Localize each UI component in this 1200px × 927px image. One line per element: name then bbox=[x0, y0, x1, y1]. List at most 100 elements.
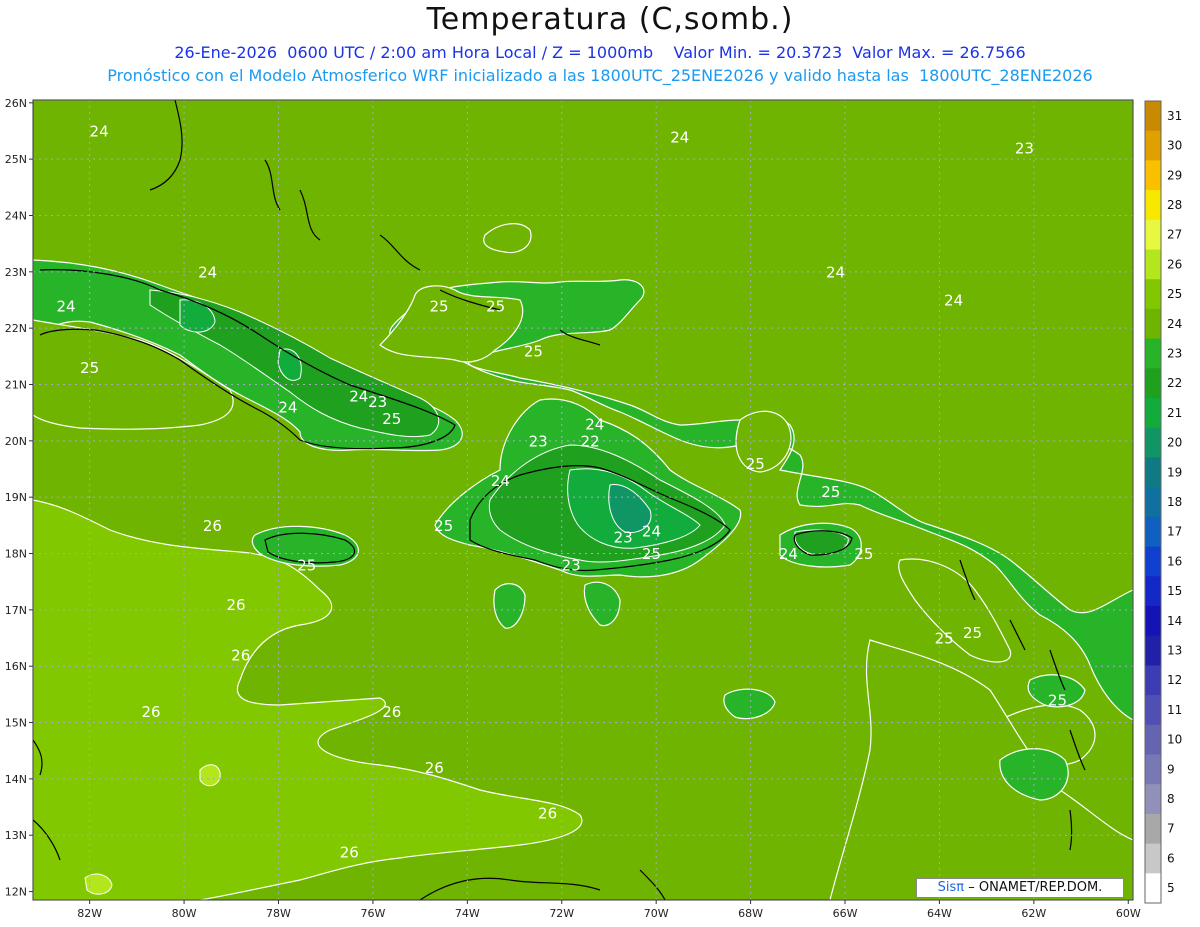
colorbar-label: 11 bbox=[1167, 703, 1182, 717]
lat-label: 12N bbox=[5, 886, 27, 899]
colorbar-label: 13 bbox=[1167, 644, 1182, 658]
colorbar-label: 8 bbox=[1167, 792, 1175, 806]
contour-label: 22 bbox=[581, 432, 600, 450]
contour-label: 23 bbox=[1015, 140, 1034, 158]
contour-label: 24 bbox=[642, 523, 661, 541]
colorbar-swatch bbox=[1145, 338, 1161, 369]
latitude-axis: 26N 25N 24N 23N 22N 21N 20N 19N 18N 17N 16N 15N 14N 1… bbox=[5, 97, 33, 899]
lon-label: 78W bbox=[266, 907, 291, 920]
colorbar-label: 27 bbox=[1167, 228, 1182, 242]
contour-label: 25 bbox=[963, 624, 982, 642]
contour-label: 24 bbox=[585, 416, 604, 434]
field-27c-pocket-2 bbox=[199, 764, 221, 787]
contour-label: 25 bbox=[821, 483, 840, 501]
lon-label: 68W bbox=[738, 907, 763, 920]
lat-label: 22N bbox=[5, 322, 27, 335]
colorbar-swatch bbox=[1145, 516, 1161, 548]
lon-label: 70W bbox=[644, 907, 669, 920]
lon-label: 72W bbox=[549, 907, 574, 920]
lat-label: 20N bbox=[5, 435, 27, 448]
colorbar-swatch bbox=[1145, 843, 1161, 874]
lon-label: 62W bbox=[1021, 907, 1046, 920]
lat-label: 21N bbox=[5, 379, 27, 392]
contour-label: 25 bbox=[854, 545, 873, 563]
contour-label: 25 bbox=[642, 545, 661, 563]
lon-label: 80W bbox=[172, 907, 197, 920]
contour-label: 24 bbox=[826, 263, 845, 281]
contour-label: 23 bbox=[368, 393, 387, 411]
credit-box: Sisπ – ONAMET/REP.DOM. bbox=[916, 878, 1124, 898]
sis-logo: Sisπ bbox=[937, 880, 965, 895]
lon-label: 76W bbox=[360, 907, 385, 920]
lat-label: 15N bbox=[5, 717, 27, 730]
lat-label: 17N bbox=[5, 604, 27, 617]
colorbar-label: 25 bbox=[1167, 287, 1182, 301]
contour-label: 24 bbox=[349, 387, 368, 405]
colorbar-label: 17 bbox=[1167, 525, 1182, 539]
contour-label: 25 bbox=[429, 297, 448, 315]
contour-label: 26 bbox=[538, 804, 557, 822]
lat-label: 24N bbox=[5, 209, 27, 222]
contour-label: 25 bbox=[524, 342, 543, 360]
colorbar-label: 6 bbox=[1167, 851, 1175, 865]
colorbar-label: 18 bbox=[1167, 495, 1182, 509]
colorbar-swatch bbox=[1145, 487, 1161, 518]
contour-label: 24 bbox=[57, 297, 76, 315]
colorbar-swatch bbox=[1145, 190, 1161, 221]
colorbar-swatch bbox=[1145, 160, 1161, 191]
contour-label: 24 bbox=[944, 292, 963, 310]
color-scale: 31 30 29 28 27 26 25 24 23 22 21 20 19 18 17 16 15 14 13 12… bbox=[1144, 100, 1182, 904]
contour-label: 23 bbox=[562, 556, 581, 574]
colorbar-swatch bbox=[1145, 665, 1161, 696]
lon-label: 82W bbox=[77, 907, 102, 920]
contour-label: 26 bbox=[226, 596, 245, 614]
contour-label: 26 bbox=[231, 647, 250, 665]
colorbar-label: 10 bbox=[1167, 733, 1182, 747]
lat-label: 19N bbox=[5, 491, 27, 504]
contour-label: 25 bbox=[297, 556, 316, 574]
colorbar-swatch bbox=[1145, 605, 1161, 637]
colorbar-label: 16 bbox=[1167, 554, 1182, 568]
contour-label: 26 bbox=[382, 703, 401, 721]
colorbar-label: 23 bbox=[1167, 346, 1182, 360]
colorbar-label: 5 bbox=[1167, 881, 1175, 895]
colorbar-label: 31 bbox=[1167, 109, 1182, 123]
contour-label: 24 bbox=[198, 263, 217, 281]
lon-label: 74W bbox=[455, 907, 480, 920]
contour-label: 23 bbox=[529, 432, 548, 450]
lon-label: 60W bbox=[1116, 907, 1141, 920]
colorbar-swatch bbox=[1145, 546, 1161, 577]
lat-label: 18N bbox=[5, 548, 27, 561]
colorbar-swatch bbox=[1145, 754, 1161, 785]
colorbar-label: 28 bbox=[1167, 198, 1182, 212]
contour-label: 26 bbox=[340, 844, 359, 862]
colorbar-swatch bbox=[1145, 101, 1161, 132]
colorbar-label: 12 bbox=[1167, 673, 1182, 687]
colorbar-swatch bbox=[1145, 695, 1161, 726]
lat-label: 23N bbox=[5, 266, 27, 279]
contour-label: 25 bbox=[434, 517, 453, 535]
colorbar-label: 26 bbox=[1167, 257, 1182, 271]
colorbar-swatch bbox=[1145, 784, 1161, 815]
lat-label: 25N bbox=[5, 153, 27, 166]
contour-label: 25 bbox=[935, 630, 954, 648]
lat-label: 14N bbox=[5, 773, 27, 786]
contour-label: 26 bbox=[203, 517, 222, 535]
lon-label: 66W bbox=[833, 907, 858, 920]
colorbar-label: 7 bbox=[1167, 822, 1175, 836]
colorbar-label: 30 bbox=[1167, 139, 1182, 153]
colorbar-label: 22 bbox=[1167, 376, 1182, 390]
contour-label: 24 bbox=[491, 472, 510, 490]
colorbar-label: 21 bbox=[1167, 406, 1182, 420]
contour-label: 24 bbox=[278, 399, 297, 417]
colorbar-label: 14 bbox=[1167, 614, 1182, 628]
colorbar-swatch bbox=[1145, 308, 1161, 340]
contour-label: 23 bbox=[614, 528, 633, 546]
temperature-map: 242424252424 232525 25252423 22242523 242523… bbox=[5, 97, 1183, 920]
temperature-field: 242424252424 232525 25252423 22242523 242523… bbox=[33, 100, 1133, 900]
contour-label: 25 bbox=[382, 410, 401, 428]
contour-label: 24 bbox=[670, 128, 689, 146]
colorbar-swatch bbox=[1145, 368, 1161, 399]
colorbar-swatch bbox=[1145, 427, 1161, 458]
colorbar-label: 9 bbox=[1167, 762, 1175, 776]
